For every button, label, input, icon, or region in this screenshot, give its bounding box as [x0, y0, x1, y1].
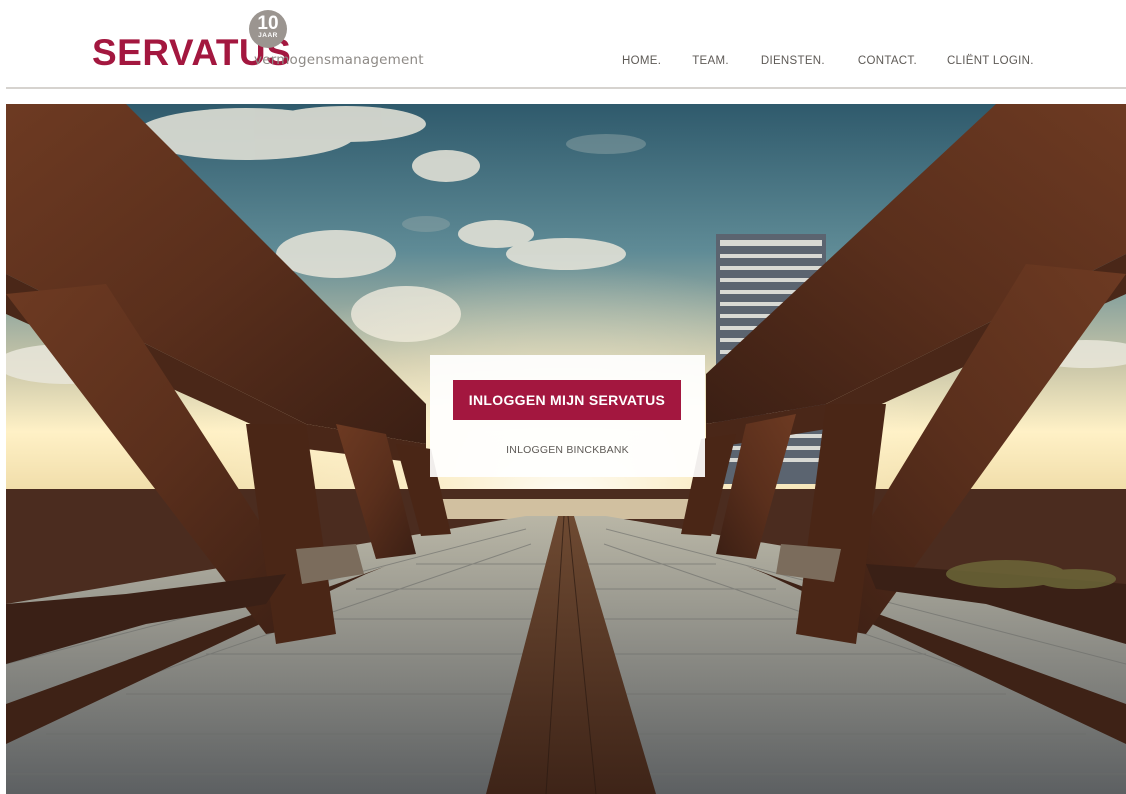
badge-text: JAAR — [258, 32, 278, 39]
nav-home[interactable]: HOME. — [622, 53, 661, 69]
login-panel: INLOGGEN MIJN SERVATUS INLOGGEN BINCKBAN… — [430, 355, 705, 477]
login-binckbank-link[interactable]: INLOGGEN BINCKBANK — [430, 443, 705, 457]
logo-subtitle: vermogensmanagement — [254, 52, 424, 68]
badge-number: 10 — [257, 13, 279, 34]
site-header: SERVATUS 10 JAAR vermogensmanagement HOM… — [0, 0, 1126, 88]
nav-contact[interactable]: CONTACT. — [858, 53, 917, 69]
nav-client-login[interactable]: CLIËNT LOGIN. — [947, 53, 1034, 69]
nav-team[interactable]: TEAM. — [692, 53, 729, 69]
main-nav: HOME. TEAM. DIENSTEN. CONTACT. CLIËNT LO… — [622, 53, 1034, 69]
anniversary-badge: 10 JAAR — [249, 10, 287, 48]
nav-diensten[interactable]: DIENSTEN. — [761, 53, 825, 69]
header-divider — [6, 87, 1126, 89]
servatus-logo[interactable]: SERVATUS 10 JAAR vermogensmanagement — [92, 10, 432, 76]
login-mijn-servatus-button[interactable]: INLOGGEN MIJN SERVATUS — [453, 380, 681, 420]
